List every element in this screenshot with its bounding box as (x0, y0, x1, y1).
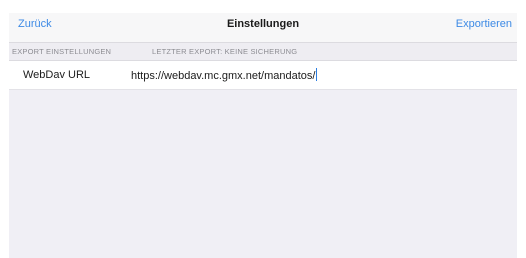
section-header-last-export: LETZTER EXPORT: KEINE SICHERUNG (152, 47, 298, 56)
webdav-url-value: https://webdav.mc.gmx.net/mandatos/ (131, 70, 316, 82)
section-header-export-settings: EXPORT EINSTELLUNGEN (12, 47, 112, 56)
webdav-url-row: WebDav URL https://webdav.mc.gmx.net/man… (9, 61, 517, 90)
screen: Zurück Einstellungen Exportieren EXPORT … (0, 0, 526, 258)
section-header: EXPORT EINSTELLUNGEN LETZTER EXPORT: KEI… (9, 42, 517, 61)
navigation-bar: Zurück Einstellungen Exportieren (9, 13, 517, 42)
settings-view: Zurück Einstellungen Exportieren EXPORT … (9, 13, 517, 258)
webdav-url-label: WebDav URL (23, 69, 91, 81)
webdav-url-field[interactable]: https://webdav.mc.gmx.net/mandatos/ (131, 68, 501, 84)
page-title: Einstellungen (226, 18, 300, 30)
export-button[interactable]: Exportieren (456, 18, 512, 30)
text-cursor (316, 68, 318, 81)
